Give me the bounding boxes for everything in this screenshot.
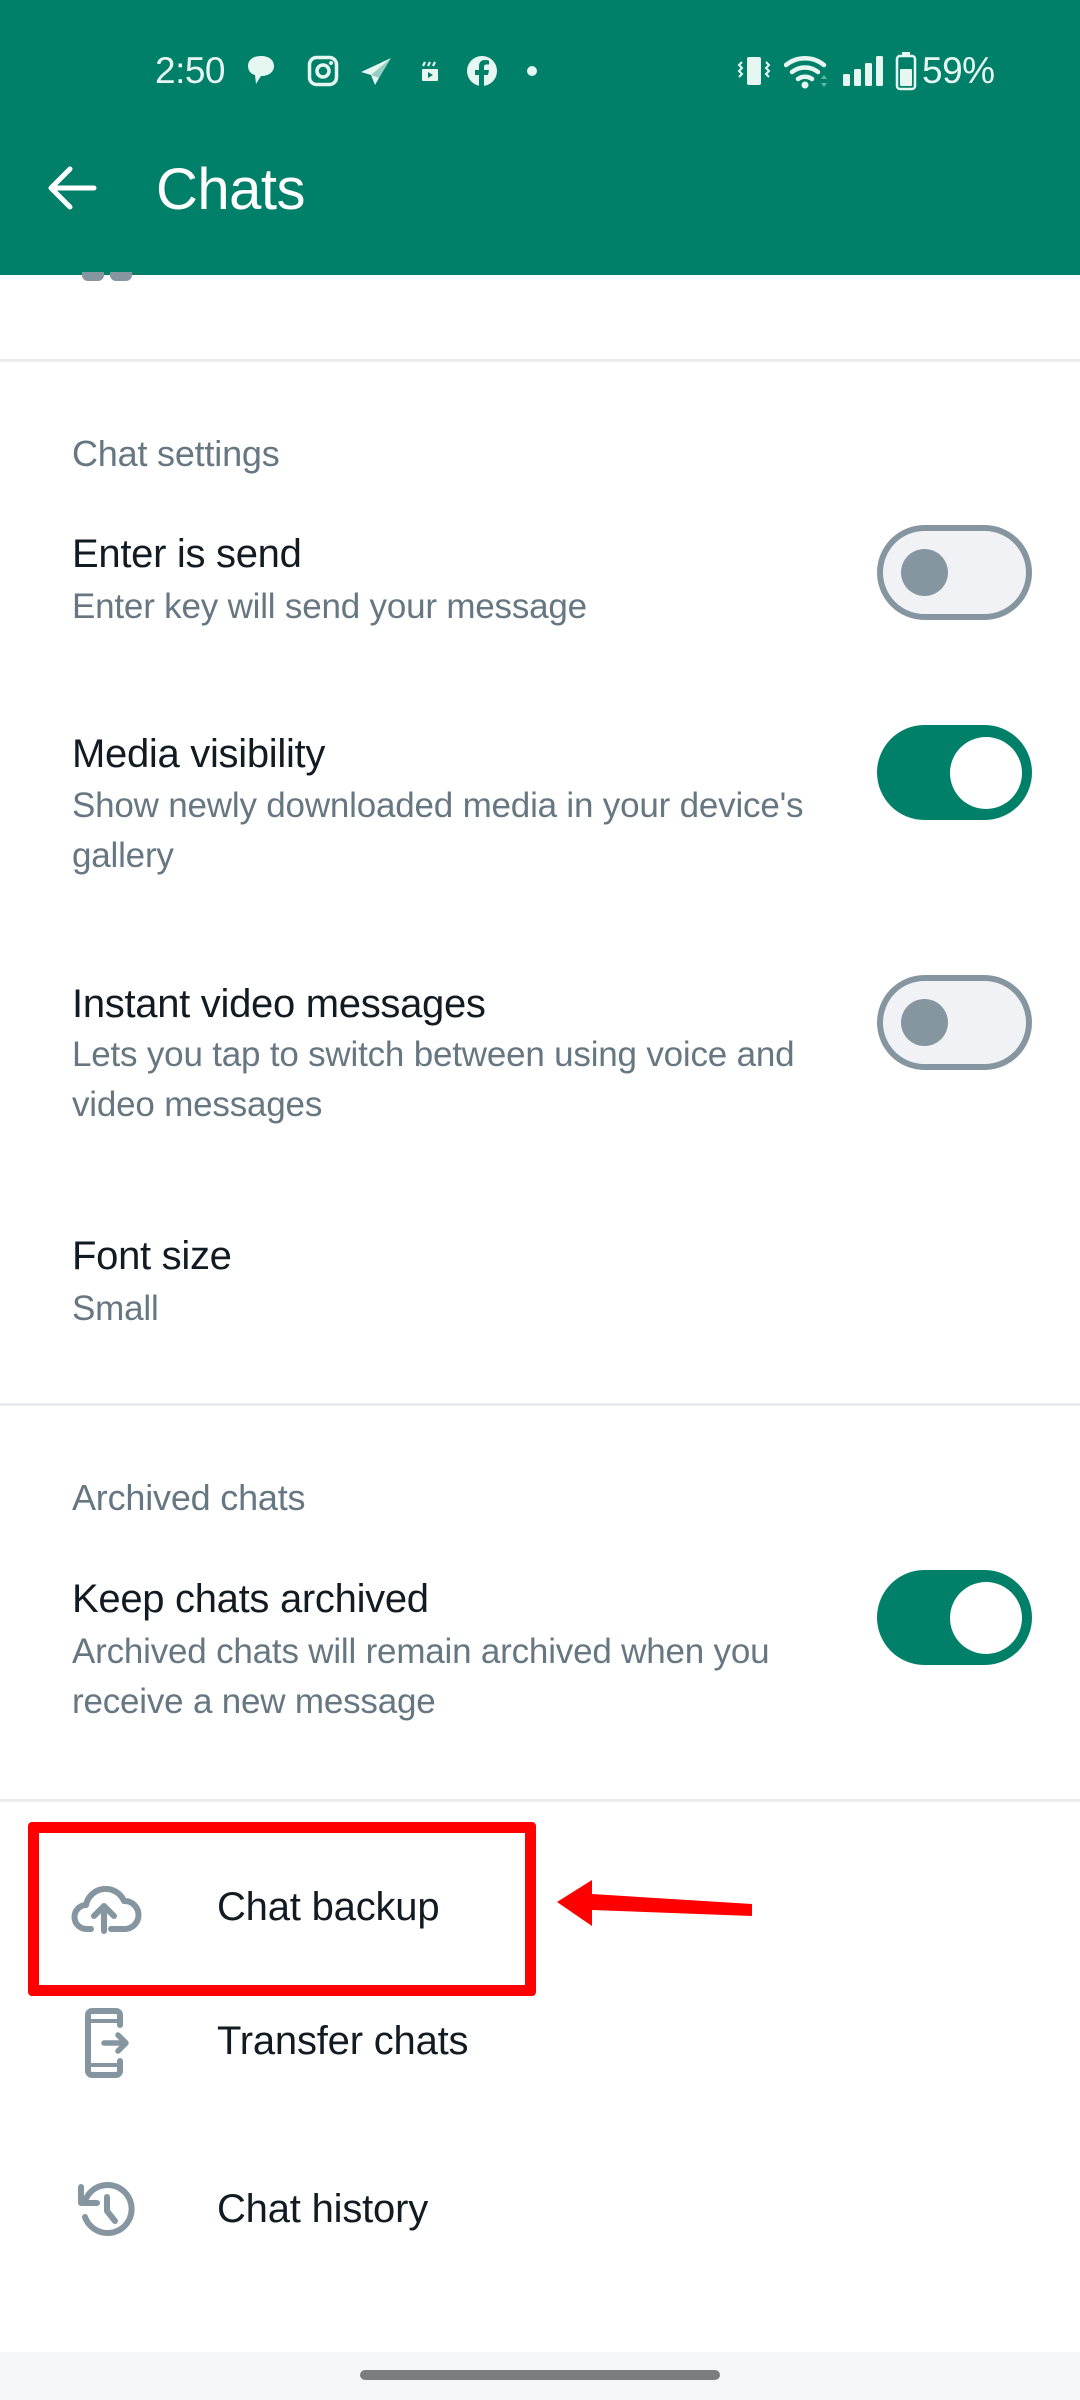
telegram-icon <box>358 52 394 90</box>
setting-description: Show newly downloaded media in your devi… <box>72 786 804 875</box>
divider <box>0 359 1080 362</box>
phone-transfer-icon <box>68 2004 146 2082</box>
back-button[interactable] <box>36 160 108 220</box>
app-bar: 2:50 59% Chats <box>0 0 1080 275</box>
arrow-back-icon <box>46 164 98 217</box>
scrolled-item-icon <box>82 272 134 282</box>
annotation-highlight-box <box>28 1822 536 1996</box>
status-time: 2:50 <box>155 50 226 91</box>
annotation-arrow-icon <box>557 1880 752 1926</box>
history-icon <box>68 2170 146 2248</box>
toggle-knob <box>950 737 1022 809</box>
more-notifications-dot-icon <box>524 52 540 90</box>
chat-history-item[interactable]: Chat history <box>0 2138 1080 2288</box>
divider <box>0 1403 1080 1406</box>
vibrate-icon <box>736 52 772 90</box>
toggle-knob <box>901 549 948 596</box>
chat-history-label: Chat history <box>217 2187 429 2231</box>
setting-media-visibility[interactable]: Media visibility Show newly downloaded m… <box>0 720 1080 910</box>
media-visibility-toggle[interactable] <box>877 725 1032 820</box>
system-navigation-bar <box>0 2352 1080 2400</box>
section-title-chat-settings: Chat settings <box>72 433 280 474</box>
setting-label: Enter is send <box>72 532 302 576</box>
messages-icon <box>245 52 277 90</box>
divider <box>0 1799 1080 1802</box>
clapperboard-icon <box>418 52 442 90</box>
battery-percent: 59% <box>922 50 995 91</box>
home-gesture-handle[interactable] <box>360 2370 720 2380</box>
facebook-icon <box>465 52 499 90</box>
section-title-archived-chats: Archived chats <box>72 1477 306 1518</box>
setting-instant-video-messages[interactable]: Instant video messages Lets you tap to s… <box>0 970 1080 1160</box>
setting-description: Lets you tap to switch between using voi… <box>72 1035 795 1124</box>
enter-is-send-toggle[interactable] <box>877 525 1032 620</box>
toggle-knob <box>901 999 948 1046</box>
setting-keep-chats-archived[interactable]: Keep chats archived Archived chats will … <box>0 1565 1080 1755</box>
keep-chats-archived-toggle[interactable] <box>877 1570 1032 1665</box>
setting-label: Instant video messages <box>72 982 486 1026</box>
setting-value: Small <box>72 1289 159 1328</box>
setting-enter-is-send[interactable]: Enter is send Enter key will send your m… <box>0 520 1080 680</box>
setting-description: Archived chats will remain archived when… <box>72 1632 770 1721</box>
instagram-icon <box>306 52 340 90</box>
setting-label: Font size <box>72 1234 232 1278</box>
toggle-knob <box>950 1582 1022 1654</box>
transfer-chats-label: Transfer chats <box>217 2019 469 2063</box>
status-bar: 2:50 59% <box>0 0 1080 140</box>
battery-icon <box>894 52 918 91</box>
signal-icon <box>840 52 886 90</box>
setting-label: Media visibility <box>72 732 326 776</box>
page-title: Chats <box>156 157 306 222</box>
setting-description: Enter key will send your message <box>72 587 587 626</box>
setting-label: Keep chats archived <box>72 1577 429 1621</box>
setting-font-size[interactable]: Font size Small <box>0 1220 1080 1350</box>
instant-video-messages-toggle[interactable] <box>877 975 1032 1070</box>
wifi-icon <box>784 52 830 90</box>
